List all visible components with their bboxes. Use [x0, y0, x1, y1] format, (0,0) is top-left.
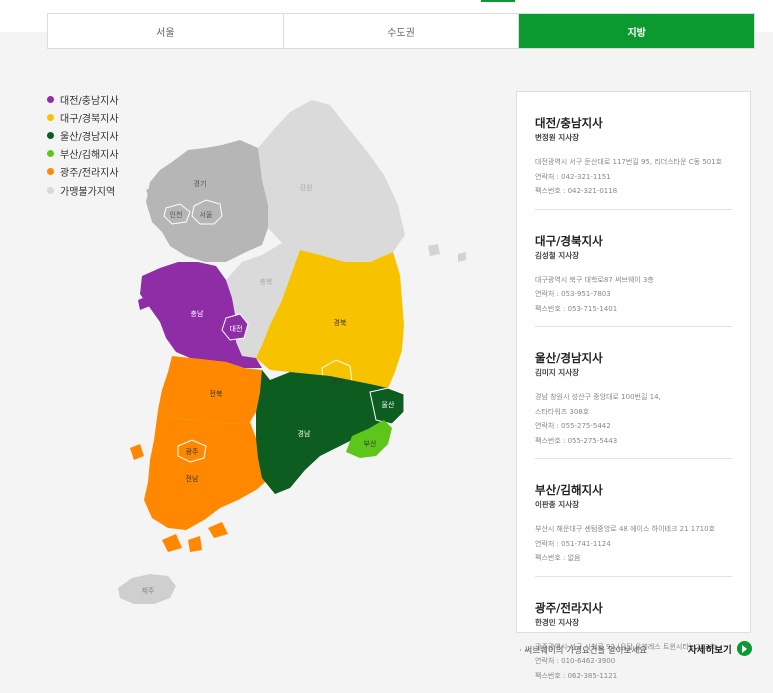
- branch-manager: 김성철 지사장: [535, 250, 732, 261]
- franchise-requirements-note: · 써브웨이의 가맹요건을 알아보세요: [519, 644, 647, 656]
- branch-phone: 연락처 : 055-275-5442: [535, 419, 732, 434]
- map-label-incheon: 인천: [170, 210, 183, 219]
- korea-map: 경기 인천 서울 강원 충북 충남 대전 경북 대구 전북 울산 경남 부산 광…: [100, 90, 520, 620]
- map-label-chungbuk: 충북: [260, 277, 273, 286]
- branch-manager: 변정원 지사장: [535, 132, 732, 143]
- top-accent-line: [481, 0, 515, 2]
- branch-fax: 팩스번호 : 042-321-0118: [535, 184, 732, 199]
- island-jeonnam-4: [130, 444, 144, 460]
- map-label-gwangju: 광주: [186, 448, 199, 456]
- map-label-daejeon: 대전: [230, 324, 243, 333]
- branch-address-line2: 스타타워즈 308호: [535, 405, 732, 420]
- branch-card: 대전/충남지사 변정원 지사장 대전광역시 서구 둔산대로 117번길 95, …: [535, 92, 732, 210]
- map-label-jeju: 제주: [142, 587, 155, 595]
- branch-phone: 연락처 : 051-741-1124: [535, 537, 732, 552]
- map-label-seoul: 서울: [200, 210, 213, 219]
- branch-card: 광주/전라지사 한경민 지사장 광주광역시 서구 시청로 92,(유탑 유블레스…: [535, 577, 732, 693]
- branch-card: 대구/경북지사 김성철 지사장 대구광역시 북구 대학로87 써브웨이 3층 연…: [535, 210, 732, 328]
- branch-manager: 김미지 지사장: [535, 367, 732, 378]
- map-label-gyeonggi: 경기: [194, 179, 207, 188]
- island-jeonnam-3: [208, 522, 228, 538]
- map-label-daegu: 대구: [331, 378, 344, 386]
- branch-address: 경남 창원시 성산구 중앙대로 100번길 14,: [535, 390, 732, 405]
- map-label-busan: 부산: [364, 439, 377, 448]
- map-label-chungnam: 충남: [191, 309, 204, 318]
- branch-manager: 이판종 지사장: [535, 499, 732, 510]
- legend-dot: [47, 187, 54, 194]
- branch-address: 부산시 해운대구 센텀중앙로 48 에이스 하이테크 21 1710호: [535, 522, 732, 537]
- map-label-gyeongbuk: 경북: [334, 318, 347, 327]
- branch-address: 대전광역시 서구 둔산대로 117번길 95, 리더스타운 C동 501호: [535, 155, 732, 170]
- chevron-right-icon: [737, 641, 752, 656]
- legend-dot: [47, 96, 54, 103]
- legend-dot: [47, 168, 54, 175]
- view-details-label: 자세히보기: [688, 642, 732, 656]
- branch-fax: 팩스번호 : 062-385-1121: [535, 669, 732, 684]
- branch-phone: 연락처 : 010-6462-3900: [535, 654, 732, 669]
- branch-fax: 팩스번호 : 없음: [535, 551, 732, 566]
- tab-seoul[interactable]: 서울: [48, 14, 284, 48]
- branch-name: 대전/충남지사: [535, 116, 732, 130]
- map-label-gyeongnam: 경남: [298, 429, 311, 438]
- branch-info-panel: 대전/충남지사 변정원 지사장 대전광역시 서구 둔산대로 117번길 95, …: [516, 91, 751, 633]
- region-gangwon[interactable]: [258, 100, 405, 262]
- legend-dot: [47, 114, 54, 121]
- branch-card: 울산/경남지사 김미지 지사장 경남 창원시 성산구 중앙대로 100번길 14…: [535, 327, 732, 459]
- legend-dot: [47, 150, 54, 157]
- branch-card: 부산/김해지사 이판종 지사장 부산시 해운대구 센텀중앙로 48 에이스 하이…: [535, 459, 732, 577]
- region-tabs: 서울 수도권 지방: [47, 13, 755, 49]
- island-jeonnam-1: [162, 534, 182, 552]
- island-jeonnam-2: [188, 536, 202, 552]
- map-label-ulsan: 울산: [382, 400, 395, 409]
- branch-address: 대구광역시 북구 대학로87 써브웨이 3층: [535, 273, 732, 288]
- branch-name: 광주/전라지사: [535, 601, 732, 615]
- island-dokdo: [458, 252, 466, 262]
- branch-name: 울산/경남지사: [535, 351, 732, 365]
- view-details-button[interactable]: 자세히보기: [688, 641, 752, 656]
- branch-fax: 팩스번호 : 053-715-1401: [535, 302, 732, 317]
- legend-dot: [47, 132, 54, 139]
- branch-fax: 팩스번호 : 055-275-5443: [535, 434, 732, 449]
- map-label-gangwon: 강원: [300, 183, 313, 192]
- island-chungnam: [138, 296, 150, 310]
- map-label-jeonbuk: 전북: [210, 389, 223, 398]
- branch-phone: 연락처 : 042-321-1151: [535, 170, 732, 185]
- tab-provinces[interactable]: 지방: [519, 14, 754, 48]
- tab-capital-area[interactable]: 수도권: [284, 14, 520, 48]
- map-label-jeonnam: 전남: [186, 474, 199, 483]
- region-jeonnam[interactable]: [144, 410, 270, 530]
- branch-manager: 한경민 지사장: [535, 617, 732, 628]
- branch-name: 부산/김해지사: [535, 483, 732, 497]
- branch-phone: 연락처 : 053-951-7803: [535, 287, 732, 302]
- branch-name: 대구/경북지사: [535, 234, 732, 248]
- island-ulleung: [428, 244, 440, 256]
